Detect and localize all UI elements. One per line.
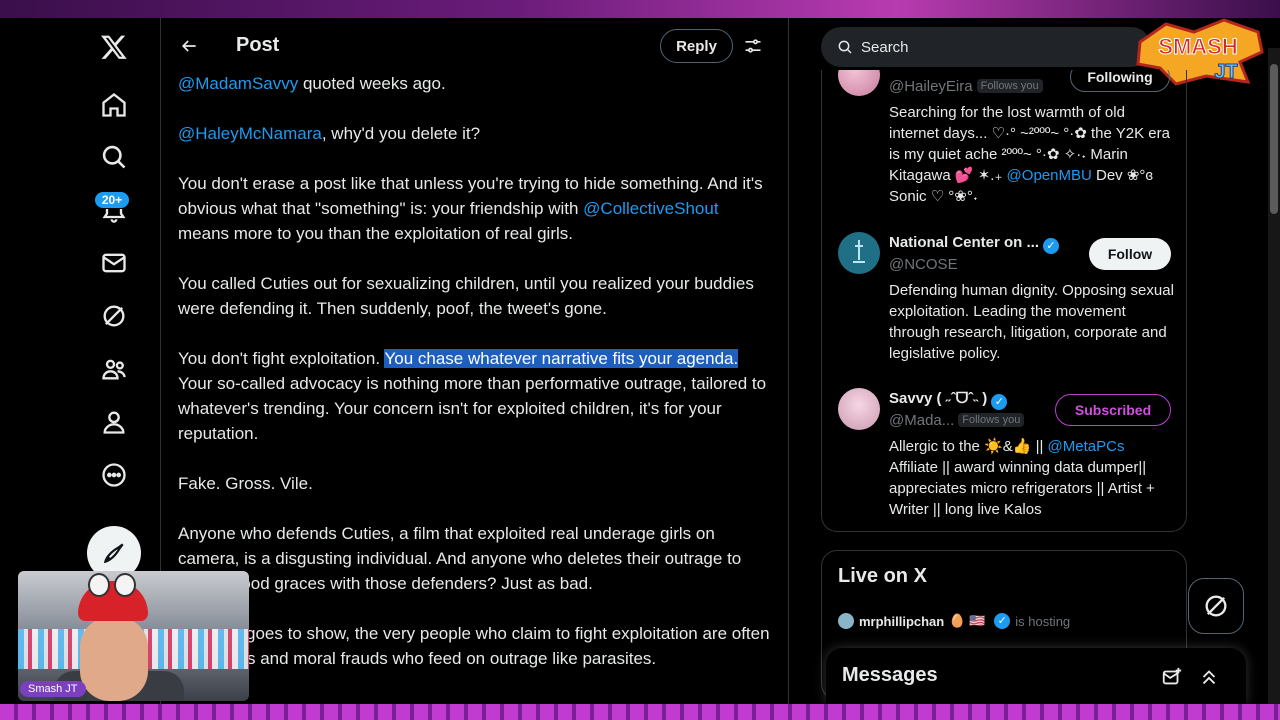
verified-badge-icon: ✓	[994, 613, 1011, 629]
avatar	[838, 613, 854, 629]
avatar[interactable]	[838, 388, 880, 430]
cap-eye-right	[114, 573, 136, 597]
messages-drawer[interactable]: Messages	[826, 648, 1246, 704]
x-logo-icon[interactable]	[88, 21, 140, 73]
grok-floating-button[interactable]	[1188, 578, 1244, 634]
user-name: Savvy ( ˶ˆᗜˆ˵ ) ✓	[889, 390, 1008, 410]
streamer-name-tag: Smash JT	[20, 681, 86, 697]
user-bio: Allergic to the ☀️&👍 || @MetaPCs Affilia…	[889, 438, 1155, 518]
profile-icon[interactable]	[88, 396, 140, 448]
user-name: National Center on ... ✓	[889, 234, 1060, 254]
mention-link[interactable]: @OpenMBU	[1007, 167, 1092, 184]
post-paragraph: This just goes to show, the very people …	[178, 624, 770, 668]
host-flags: 🥚 🇺🇸	[949, 613, 986, 628]
suggested-user[interactable]: Savvy ( ˶ˆᗜˆ˵ ) ✓ @Mada... Follows you Sub…	[838, 386, 1178, 526]
mention-link[interactable]: @MetaPCs	[1048, 438, 1125, 455]
new-message-icon[interactable]	[1161, 666, 1183, 688]
back-arrow-icon[interactable]	[173, 28, 205, 64]
follows-you-badge: Follows you	[958, 413, 1025, 427]
host-status: is hosting	[1015, 613, 1071, 629]
notification-badge: 20+	[94, 191, 130, 209]
streamer-face	[80, 617, 148, 701]
post-paragraph: @HaleyMcNamara, why'd you delete it?	[178, 121, 773, 146]
avatar[interactable]	[838, 70, 880, 96]
messages-title: Messages	[842, 664, 938, 686]
paragraph-text: , why'd you delete it?	[321, 124, 481, 143]
following-button[interactable]: Following	[1070, 70, 1170, 92]
section-title: Live on X	[838, 565, 927, 587]
mention-link[interactable]: @CollectiveShout	[583, 199, 718, 218]
search-icon	[838, 40, 852, 54]
communities-icon[interactable]	[88, 343, 140, 395]
paragraph-text: Your so-called advocacy is nothing more …	[178, 374, 767, 443]
who-to-follow-card: @HaileyEira Follows you Following Searchi…	[821, 70, 1187, 532]
host-name: mrphillipchan	[859, 613, 945, 629]
stream-frame-bottom	[0, 704, 1280, 720]
home-icon[interactable]	[88, 79, 140, 131]
grok-icon[interactable]	[88, 290, 140, 342]
post-paragraph: You don't erase a post like that unless …	[178, 171, 773, 246]
user-handle: @NCOSE	[889, 256, 958, 273]
post-paragraph: @MadamSavvy quoted weeks ago.	[178, 71, 773, 96]
post-text: @MadamSavvy quoted weeks ago. @HaleyMcNa…	[178, 71, 773, 696]
follow-button[interactable]: Follow	[1089, 238, 1171, 270]
verified-badge-icon: ✓	[1043, 238, 1060, 254]
post-paragraph: Fake. Gross. Vile.	[178, 474, 313, 493]
webcam-overlay: Smash JT	[18, 571, 249, 701]
paragraph-text: You don't fight exploitation.	[178, 349, 385, 368]
search-input[interactable]: Search	[821, 27, 1151, 67]
scrollbar[interactable]	[1268, 48, 1280, 704]
user-bio: Searching for the lost warmth of old int…	[889, 104, 1170, 205]
user-bio: Defending human dignity. Opposing sexual…	[889, 282, 1174, 362]
reply-settings-icon[interactable]	[737, 30, 769, 62]
paragraph-text: means more to you than the exploitation …	[178, 224, 573, 243]
subscribed-button[interactable]: Subscribed	[1055, 394, 1171, 426]
stream-frame-top	[0, 0, 1280, 18]
verified-badge-icon: ✓	[991, 394, 1008, 410]
post-column: Post Reply @MadamSavvy quoted weeks ago.…	[161, 18, 788, 704]
explore-icon[interactable]	[88, 131, 140, 183]
mention-link[interactable]: @MadamSavvy	[178, 74, 298, 93]
more-icon[interactable]	[88, 449, 140, 501]
page-title: Post	[236, 34, 280, 56]
logo-line1: SMASH	[1158, 34, 1237, 59]
selected-text: You chase whatever narrative fits your a…	[384, 349, 739, 368]
expand-chevron-icon[interactable]	[1198, 666, 1220, 688]
post-paragraph: You don't fight exploitation. You chase …	[178, 346, 773, 446]
scrollbar-thumb[interactable]	[1270, 64, 1278, 214]
suggested-user[interactable]: National Center on ... ✓ @NCOSE Follow De…	[838, 230, 1178, 370]
post-paragraph: You called Cuties out for sexualizing ch…	[178, 274, 754, 318]
main-right-border	[788, 18, 789, 704]
messages-icon[interactable]	[88, 237, 140, 289]
user-handle: @Mada... Follows you	[889, 412, 1025, 429]
user-handle: @HaileyEira Follows you	[889, 78, 1043, 95]
post-header: Post Reply	[161, 18, 788, 74]
mention-link[interactable]: @HaleyMcNamara	[178, 124, 322, 143]
avatar[interactable]	[838, 232, 880, 274]
follows-you-badge: Follows you	[976, 79, 1043, 93]
post-paragraph: Anyone who defends Cuties, a film that e…	[178, 524, 742, 593]
search-placeholder: Search	[861, 38, 909, 56]
grok-icon	[1205, 595, 1227, 617]
paragraph-text: quoted weeks ago.	[298, 74, 446, 93]
cap-eye-left	[88, 573, 110, 597]
logo-line2: JT	[1214, 61, 1237, 83]
live-host-row[interactable]: mrphillipchan 🥚 🇺🇸 ✓ is hosting	[838, 613, 1070, 629]
reply-button[interactable]: Reply	[660, 29, 733, 63]
suggested-user[interactable]: @HaileyEira Follows you Following Searchi…	[838, 70, 1178, 210]
